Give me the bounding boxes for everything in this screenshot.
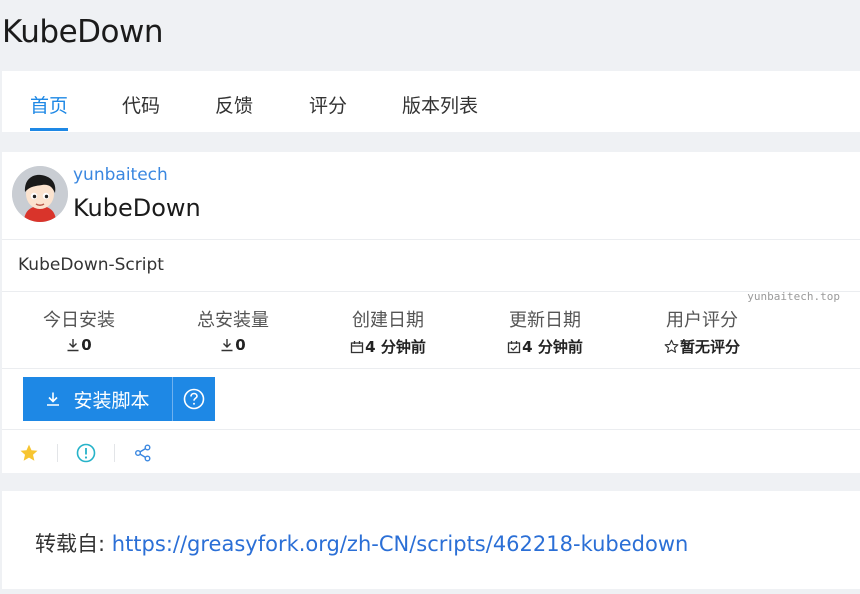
script-description: KubeDown-Script bbox=[18, 255, 164, 275]
stat-total-installs: 总安装量 0 bbox=[158, 306, 308, 356]
source-card: 转载自: https://greasyfork.org/zh-CN/script… bbox=[2, 491, 860, 589]
source-line: 转载自: https://greasyfork.org/zh-CN/script… bbox=[35, 528, 688, 558]
avatar-image bbox=[12, 166, 68, 222]
avatar[interactable] bbox=[12, 166, 68, 222]
tab-feedback[interactable]: 反馈 bbox=[215, 91, 253, 118]
stat-value: 4 分钟前 bbox=[522, 338, 583, 356]
page-title: KubeDown bbox=[2, 14, 164, 50]
install-script-label: 安装脚本 bbox=[73, 389, 150, 412]
stat-value: 暂无评分 bbox=[679, 338, 740, 356]
download-icon bbox=[220, 338, 234, 356]
download-icon bbox=[66, 338, 80, 356]
tab-rating[interactable]: 评分 bbox=[309, 91, 347, 118]
stat-label: 创建日期 bbox=[352, 310, 424, 331]
stat-label: 更新日期 bbox=[509, 310, 581, 331]
active-tab-indicator bbox=[30, 128, 68, 131]
divider bbox=[2, 368, 860, 369]
stat-value: 4 分钟前 bbox=[365, 338, 426, 356]
stat-label: 总安装量 bbox=[197, 310, 269, 331]
download-icon bbox=[47, 392, 60, 406]
share-icon[interactable] bbox=[132, 442, 154, 464]
action-icon-bar bbox=[18, 442, 154, 464]
tab-home[interactable]: 首页 bbox=[30, 91, 68, 118]
report-icon[interactable] bbox=[75, 442, 97, 464]
source-prefix: 转载自: bbox=[35, 532, 112, 556]
install-button-group: 安装脚本 bbox=[23, 377, 215, 421]
source-link[interactable]: https://greasyfork.org/zh-CN/scripts/462… bbox=[112, 532, 689, 556]
stat-label: 今日安装 bbox=[43, 310, 115, 331]
divider bbox=[2, 291, 860, 292]
separator bbox=[114, 444, 115, 462]
script-name: KubeDown bbox=[73, 194, 201, 222]
stat-value: 0 bbox=[235, 336, 246, 354]
stat-created-date: 创建日期 4 分钟前 bbox=[313, 306, 463, 358]
tab-code[interactable]: 代码 bbox=[122, 91, 160, 118]
stat-today-installs: 今日安装 0 bbox=[4, 306, 154, 356]
author-link[interactable]: yunbaitech bbox=[73, 165, 168, 185]
divider bbox=[2, 239, 860, 240]
divider bbox=[2, 429, 860, 430]
question-circle-icon bbox=[183, 388, 205, 410]
script-info-card: yunbaitech KubeDown KubeDown-Script yunb… bbox=[2, 152, 860, 473]
tab-versions[interactable]: 版本列表 bbox=[402, 91, 478, 118]
favorite-star-icon[interactable] bbox=[18, 442, 40, 464]
watermark-text: yunbaitech.top bbox=[747, 290, 840, 303]
stat-value: 0 bbox=[81, 336, 92, 354]
calendar-icon bbox=[350, 340, 364, 358]
tab-bar: 首页 代码 反馈 评分 版本列表 bbox=[2, 71, 860, 132]
calendar-check-icon bbox=[507, 340, 521, 358]
stat-updated-date: 更新日期 4 分钟前 bbox=[470, 306, 620, 358]
help-button[interactable] bbox=[172, 377, 215, 421]
install-script-button[interactable]: 安装脚本 bbox=[23, 377, 172, 421]
separator bbox=[57, 444, 58, 462]
stat-label: 用户评分 bbox=[666, 310, 738, 331]
star-outline-icon bbox=[664, 339, 679, 358]
stat-user-rating: 用户评分 暂无评分 bbox=[627, 306, 777, 358]
